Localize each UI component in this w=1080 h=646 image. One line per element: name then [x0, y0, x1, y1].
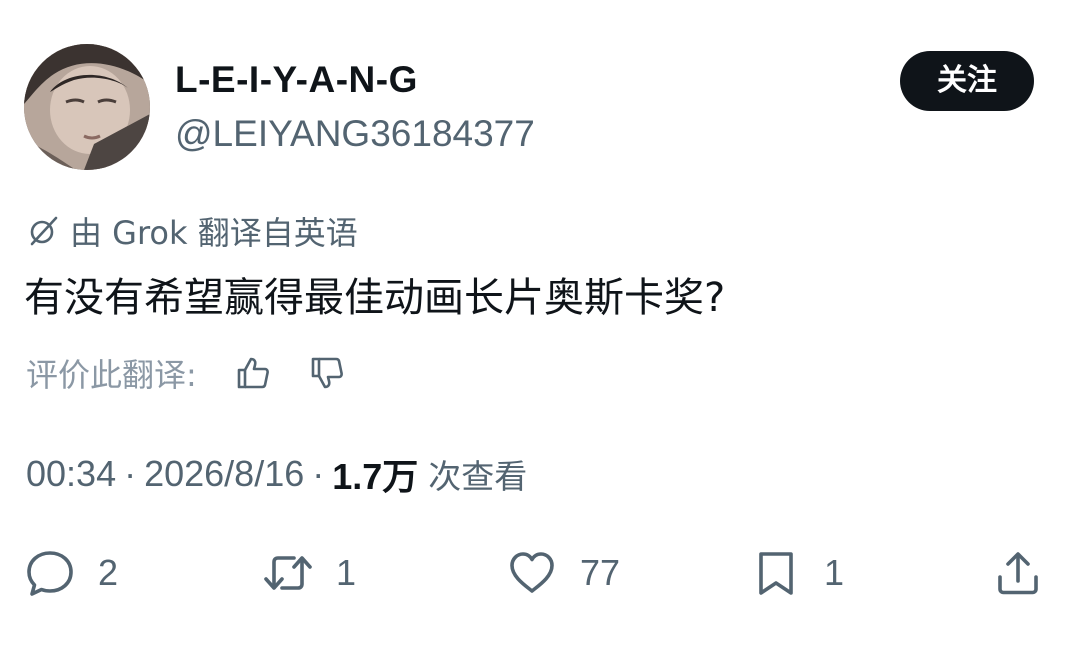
- meta-separator: ·: [312, 453, 325, 494]
- bookmark-count: 1: [824, 552, 845, 593]
- meta-separator: ·: [124, 453, 137, 494]
- tweet-date[interactable]: 2026/8/16: [144, 453, 304, 495]
- reply-icon: [24, 547, 76, 599]
- tweet-card: L-E-I-Y-A-N-G @LEIYANG36184377 关注 由 Grok…: [0, 0, 1080, 646]
- views-label: 次查看: [428, 457, 528, 496]
- retweet-count: 1: [336, 552, 357, 593]
- like-button[interactable]: 77: [506, 546, 620, 600]
- retweet-button[interactable]: 1: [262, 546, 356, 600]
- tweet-time[interactable]: 00:34: [26, 453, 116, 495]
- user-avatar[interactable]: [24, 44, 150, 170]
- thumbs-down-icon[interactable]: [305, 351, 349, 395]
- views-count[interactable]: 1.7万: [332, 448, 418, 500]
- bookmark-icon: [750, 547, 802, 599]
- translation-note: 由 Grok 翻译自英语: [26, 210, 358, 252]
- thumbs-up-icon[interactable]: [231, 351, 275, 395]
- follow-button[interactable]: 关注: [900, 51, 1034, 111]
- display-name[interactable]: L-E-I-Y-A-N-G: [175, 58, 418, 102]
- grok-icon: [26, 214, 60, 248]
- reply-count: 2: [98, 552, 119, 593]
- reply-button[interactable]: 2: [24, 546, 118, 600]
- translation-note-text: 由 Grok 翻译自英语: [70, 214, 358, 252]
- avatar-image: [24, 44, 150, 170]
- heart-icon: [506, 547, 558, 599]
- tweet-text: 有没有希望赢得最佳动画长片奥斯卡奖?: [24, 275, 726, 321]
- share-icon: [992, 547, 1044, 599]
- user-handle[interactable]: @LEIYANG36184377: [175, 112, 535, 156]
- share-button[interactable]: [992, 546, 1044, 600]
- rate-translation-label: 评价此翻译:: [26, 356, 197, 394]
- rate-translation-row: 评价此翻译:: [26, 350, 349, 396]
- bookmark-button[interactable]: 1: [750, 546, 844, 600]
- retweet-icon: [262, 547, 314, 599]
- like-count: 77: [580, 552, 621, 593]
- tweet-meta: 00:34 · 2026/8/16 · 1.7万 次查看: [26, 450, 527, 498]
